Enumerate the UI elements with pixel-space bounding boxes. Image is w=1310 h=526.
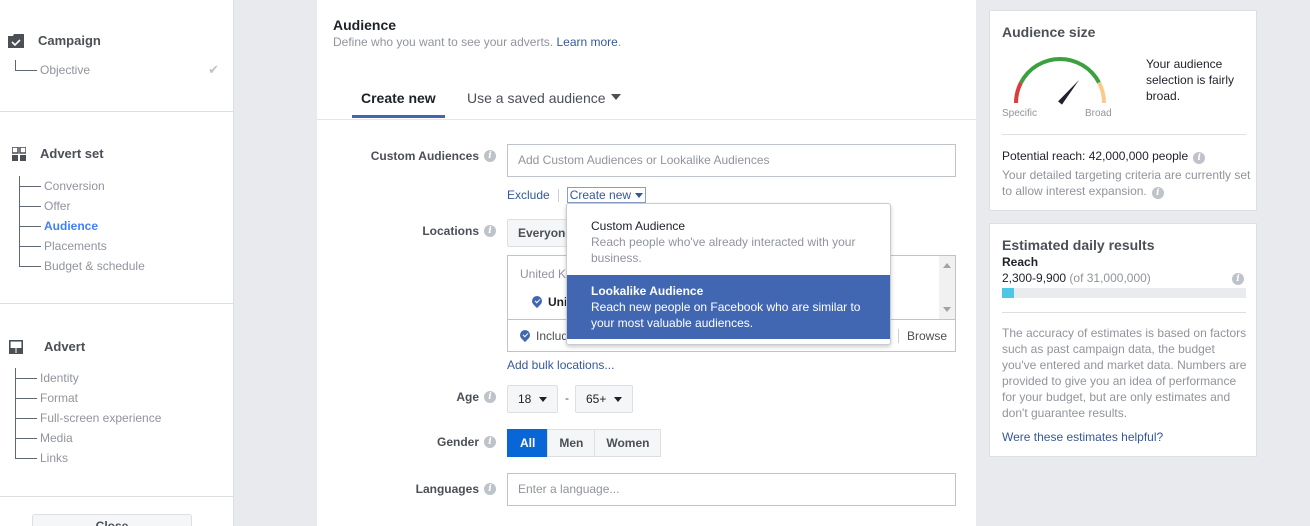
checkmark-icon: ✔: [208, 60, 219, 80]
include-selector[interactable]: Includ: [520, 329, 568, 343]
audience-size-title: Audience size: [1002, 24, 1095, 40]
sidebar-section-campaign: Campaign Objective ✔: [0, 0, 233, 112]
gauge-green-segment: [1021, 59, 1099, 83]
audience-panel: Audience Define who you want to see your…: [317, 0, 976, 526]
locations-label: Locationsi: [422, 224, 496, 238]
gauge-orange-segment: [1099, 83, 1104, 103]
campaign-check-icon: [8, 34, 24, 48]
sidebar-item-conversion[interactable]: Conversion: [19, 176, 229, 196]
audience-size-card: Audience size Specific Broad Your audien…: [989, 10, 1257, 211]
potential-reach: Potential reach: 42,000,000 peoplei: [1002, 149, 1205, 164]
sidebar-item-media[interactable]: Media: [15, 428, 225, 448]
gauge-label-broad: Broad: [1085, 108, 1112, 119]
gender-women-button[interactable]: Women: [594, 429, 661, 457]
sidebar-heading-advert[interactable]: Advert: [9, 339, 85, 354]
estimates-feedback-link[interactable]: Were these estimates helpful?: [1002, 430, 1163, 444]
languages-input[interactable]: Enter a language...: [507, 473, 956, 506]
gender-men-button[interactable]: Men: [547, 429, 595, 457]
gauge-red-segment: [1016, 83, 1021, 103]
browse-button[interactable]: Browse: [898, 329, 947, 343]
learn-more-link[interactable]: Learn more: [556, 35, 617, 49]
section-title: Audience: [333, 17, 396, 33]
add-bulk-locations-link[interactable]: Add bulk locations...: [507, 358, 614, 372]
sidebar-item-audience[interactable]: Audience: [19, 216, 229, 236]
audience-size-description: Your audience selection is fairly broad.: [1146, 56, 1251, 104]
tab-create-new[interactable]: Create new: [352, 90, 445, 118]
gauge-needle: [1058, 80, 1079, 105]
exclude-link[interactable]: Exclude: [507, 188, 550, 202]
sidebar: Campaign Objective ✔ Advert set Conversi…: [0, 0, 234, 526]
scrollbar[interactable]: [939, 256, 955, 319]
reach-bar-fill: [1002, 288, 1014, 298]
sidebar-item-objective[interactable]: Objective ✔: [15, 60, 225, 80]
daily-results-card: Estimated daily results Reach 2,300-9,90…: [989, 223, 1257, 457]
languages-label: Languagesi: [416, 482, 496, 496]
location-pin-icon: [532, 296, 542, 308]
custom-audiences-label: Custom Audiencesi: [371, 149, 496, 163]
sidebar-section-advert: Advert Identity Format Full-screen exper…: [0, 304, 233, 497]
gauge-label-specific: Specific: [1002, 108, 1037, 119]
menu-item-custom-audience[interactable]: Custom Audience Reach people who've alre…: [567, 210, 890, 274]
info-icon[interactable]: i: [1232, 273, 1244, 285]
age-label: Agei: [456, 390, 496, 404]
close-button[interactable]: Close: [32, 514, 192, 526]
reach-bar: [1002, 288, 1246, 298]
sidebar-item-links[interactable]: Links: [15, 448, 225, 468]
caret-down-icon: [614, 397, 622, 402]
daily-results-title: Estimated daily results: [1002, 237, 1155, 253]
sidebar-item-full-screen-experience[interactable]: Full-screen experience: [15, 408, 225, 428]
info-icon[interactable]: i: [1152, 187, 1164, 199]
info-icon[interactable]: i: [484, 150, 496, 162]
reach-range: 2,300-9,900 (of 31,000,000): [1002, 271, 1151, 285]
sidebar-item-identity[interactable]: Identity: [15, 368, 225, 388]
estimates-disclaimer: The accuracy of estimates is based on fa…: [1002, 325, 1248, 421]
age-max-select[interactable]: 65+: [575, 385, 633, 413]
gender-selector: All Men Women: [507, 429, 661, 457]
sidebar-heading-advert-set[interactable]: Advert set: [12, 146, 104, 161]
age-min-select[interactable]: 18: [507, 385, 558, 413]
location-item[interactable]: Uni: [532, 295, 567, 309]
location-pin-icon: [520, 330, 530, 342]
reach-label: Reach: [1002, 255, 1038, 269]
tab-use-saved-audience[interactable]: Use a saved audience: [467, 90, 621, 118]
sidebar-item-format[interactable]: Format: [15, 388, 225, 408]
menu-item-lookalike-audience[interactable]: Lookalike Audience Reach new people on F…: [567, 275, 890, 339]
info-icon[interactable]: i: [484, 436, 496, 448]
custom-audiences-input[interactable]: Add Custom Audiences or Lookalike Audien…: [507, 144, 956, 177]
section-subtitle: Define who you want to see your adverts.…: [333, 35, 621, 49]
sidebar-heading-campaign[interactable]: Campaign: [8, 33, 101, 48]
sidebar-section-advert-set: Advert set Conversion Offer Audience Pla…: [0, 112, 233, 304]
audience-gauge: [1010, 55, 1110, 107]
expansion-note: Your detailed targeting criteria are cur…: [1002, 167, 1252, 199]
gender-label: Genderi: [437, 435, 496, 449]
caret-down-icon: [539, 397, 547, 402]
info-icon[interactable]: i: [1193, 152, 1205, 164]
advert-layout-icon: [9, 340, 25, 354]
sidebar-item-placements[interactable]: Placements: [19, 236, 229, 256]
sidebar-item-budget-schedule[interactable]: Budget & schedule: [19, 256, 229, 276]
gender-all-button[interactable]: All: [507, 429, 548, 457]
caret-down-icon: [611, 94, 621, 100]
info-icon[interactable]: i: [484, 483, 496, 495]
create-new-dropdown[interactable]: Create new: [567, 187, 646, 203]
sidebar-item-offer[interactable]: Offer: [19, 196, 229, 216]
create-new-menu: Custom Audience Reach people who've alre…: [566, 203, 891, 345]
info-icon[interactable]: i: [484, 391, 496, 403]
caret-down-icon: [635, 193, 643, 198]
audience-tabs: Create new Use a saved audience: [317, 80, 976, 120]
info-icon[interactable]: i: [484, 225, 496, 237]
advert-set-grid-icon: [12, 147, 28, 161]
